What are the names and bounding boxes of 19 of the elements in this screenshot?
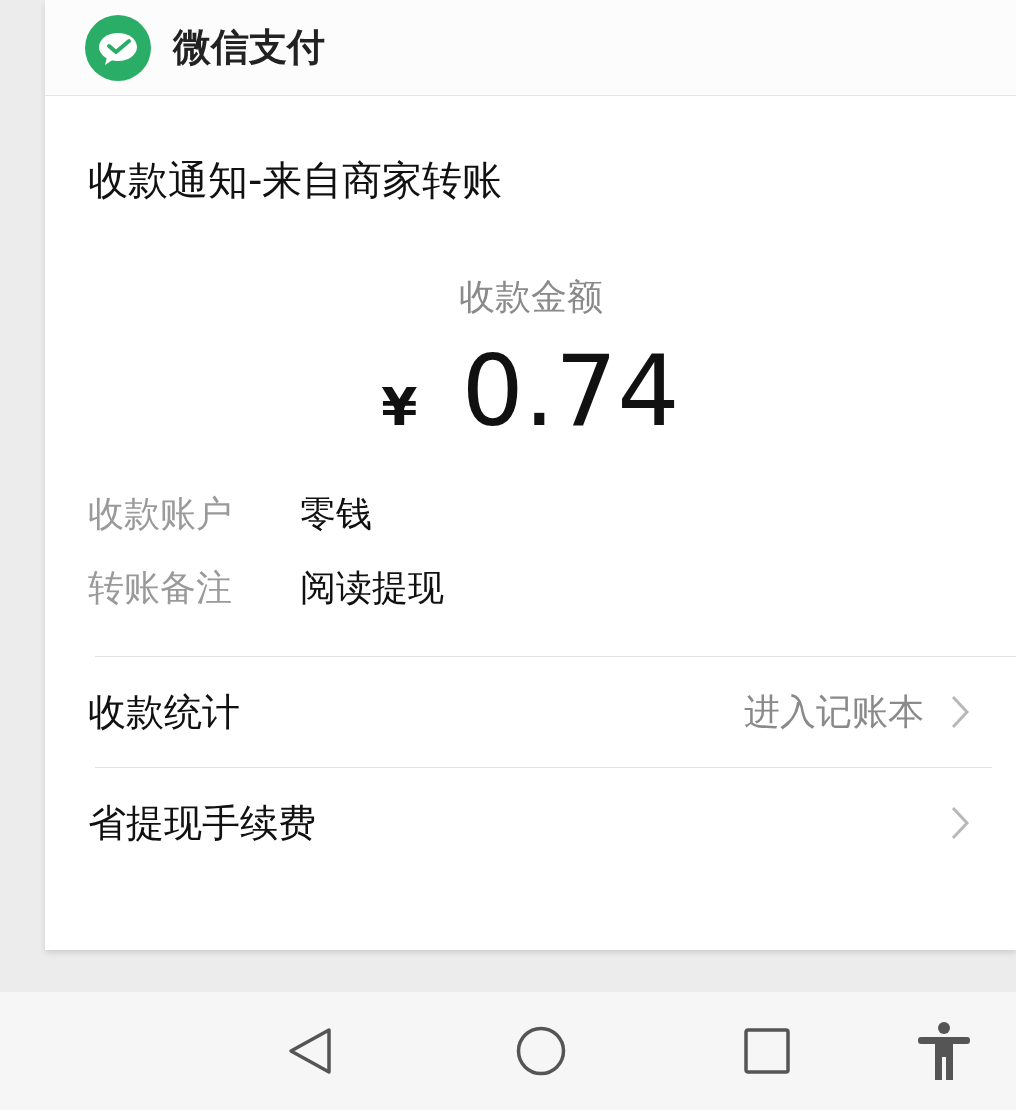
- detail-label: 转账备注: [88, 566, 233, 610]
- currency-symbol: ¥: [381, 377, 418, 437]
- chevron-right-icon: [950, 805, 970, 841]
- link-label: 收款统计: [88, 688, 240, 736]
- chevron-right-icon: [950, 694, 970, 730]
- accessibility-icon[interactable]: [918, 1022, 970, 1080]
- amount-value: 0.74: [461, 336, 680, 446]
- recents-icon[interactable]: [744, 1028, 790, 1074]
- app-name: 微信支付: [173, 24, 325, 71]
- detail-label: 收款账户: [88, 492, 233, 536]
- wechat-pay-logo-icon: [85, 14, 151, 81]
- home-icon[interactable]: [516, 1026, 566, 1076]
- detail-value: 零钱: [300, 492, 372, 536]
- notice-title: 收款通知-来自商家转账: [87, 156, 504, 205]
- back-icon[interactable]: [287, 1027, 333, 1075]
- amount-label: 收款金额: [458, 276, 603, 317]
- link-action: 进入记账本: [744, 689, 924, 734]
- link-label: 省提现手续费: [88, 799, 316, 847]
- detail-value: 阅读提现: [300, 566, 444, 610]
